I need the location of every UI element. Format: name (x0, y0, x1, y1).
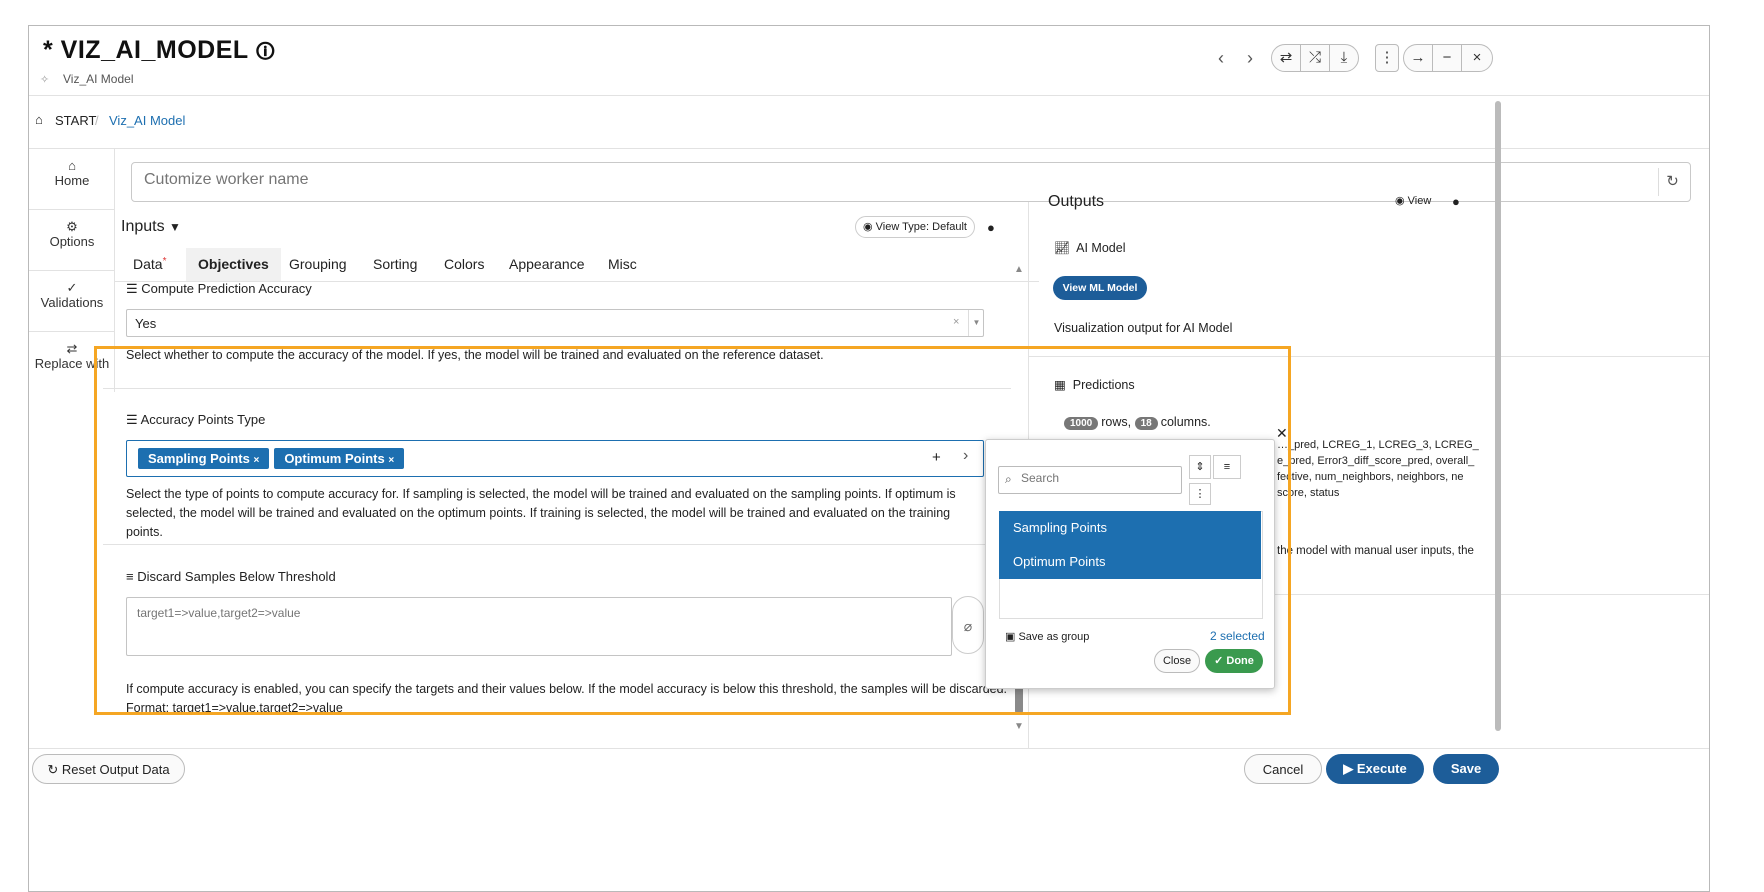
view-type-button[interactable]: ◉ View Type: Default (855, 216, 975, 238)
swap-window-button[interactable]: ⇄ (1271, 44, 1301, 72)
validations-icon: ✓ (66, 280, 78, 295)
title-bar: * VIZ_AI_MODEL 🛈 ✧ Viz_AI Model ‹ › ⇄ ⤮ … (29, 26, 1709, 96)
tab-data[interactable]: Data* (133, 256, 166, 272)
ai-model-title: 📈︎ AI Model (1054, 241, 1126, 255)
tab-appearance[interactable]: Appearance (509, 256, 585, 272)
outputs-view-button[interactable]: ◉ View (1395, 194, 1431, 207)
page-scrollbar[interactable] (1495, 101, 1501, 731)
play-icon: ▶ (1343, 761, 1354, 776)
settings-icon[interactable]: ● (987, 220, 995, 235)
inputs-title: Inputs ▼ (121, 218, 181, 235)
shuffle-button[interactable]: ⤮ (1300, 44, 1330, 72)
worker-name-input[interactable] (144, 171, 1644, 189)
tab-colors[interactable]: Colors (444, 256, 484, 272)
tab-sorting[interactable]: Sorting (373, 256, 417, 272)
ai-model-desc: Visualization output for AI Model (1054, 321, 1233, 335)
predictions-desc: the model with manual user inputs, the (1277, 545, 1474, 557)
breadcrumb-start[interactable]: START (55, 113, 96, 128)
forward-button[interactable]: → (1403, 44, 1433, 72)
gear-icon: ⚙ (66, 219, 78, 234)
app-logo-icon: ✧ (40, 74, 50, 86)
scroll-up-icon[interactable]: ▲ (1014, 264, 1024, 275)
compute-accuracy-label: ☰ Compute Prediction Accuracy (126, 281, 312, 296)
close-button[interactable]: × (1461, 44, 1493, 72)
sidebar-item-options[interactable]: ⚙ Options (29, 210, 115, 271)
footer-divider (29, 748, 1709, 749)
outputs-settings-icon[interactable]: ● (1452, 194, 1460, 209)
clear-icon[interactable]: × (953, 316, 959, 328)
window-title: * VIZ_AI_MODEL 🛈 (43, 36, 276, 64)
breadcrumb-separator: / (95, 113, 99, 128)
cancel-button[interactable]: Cancel (1244, 754, 1322, 784)
compute-accuracy-select[interactable]: Yes × ▼ (126, 309, 984, 337)
save-button[interactable]: Save (1433, 754, 1499, 784)
tab-misc[interactable]: Misc (608, 256, 637, 272)
eye-icon: ◉ (863, 221, 873, 233)
view-ml-model-button[interactable]: View ML Model (1053, 276, 1147, 300)
sidebar-item-validations[interactable]: ✓ Validations (29, 271, 115, 332)
outputs-title: Outputs (1048, 193, 1105, 210)
info-icon[interactable]: 🛈 (256, 42, 276, 63)
prev-icon[interactable]: ‹ (1218, 44, 1224, 72)
scroll-down-icon[interactable]: ▼ (1014, 721, 1024, 732)
highlight-box (94, 346, 1291, 715)
line-chart-icon: 📈︎ (1054, 241, 1070, 255)
refresh-icon[interactable]: ↻ (1658, 168, 1686, 196)
more-menu-button[interactable]: ⋮ (1375, 44, 1399, 72)
next-icon[interactable]: › (1247, 44, 1253, 72)
window-subtitle: Viz_AI Model (63, 72, 134, 86)
list-icon: ☰ (126, 281, 138, 296)
tab-objectives[interactable]: Objectives (186, 248, 281, 281)
refresh-icon: ↻ (47, 762, 59, 777)
filter-icon[interactable]: ▼ (169, 220, 181, 234)
download-button[interactable]: ⤓ (1329, 44, 1359, 72)
tab-grouping[interactable]: Grouping (289, 256, 347, 272)
breadcrumb: ⌂ START / Viz_AI Model (29, 96, 1709, 149)
reset-output-button[interactable]: ↻ Reset Output Data (32, 754, 185, 784)
breadcrumb-current[interactable]: Viz_AI Model (109, 113, 185, 128)
predictions-columns: …_pred, LCREG_1, LCREG_3, LCREG_ e_pred,… (1277, 439, 1479, 499)
eye-icon: ◉ (1395, 195, 1405, 207)
home-icon: ⌂ (68, 158, 76, 173)
chevron-down-icon[interactable]: ▼ (968, 310, 984, 336)
execute-button[interactable]: ▶ Execute (1326, 754, 1424, 784)
sidebar-item-home[interactable]: ⌂ Home (29, 149, 115, 210)
minimize-button[interactable]: − (1432, 44, 1462, 72)
home-icon: ⌂ (35, 112, 43, 127)
